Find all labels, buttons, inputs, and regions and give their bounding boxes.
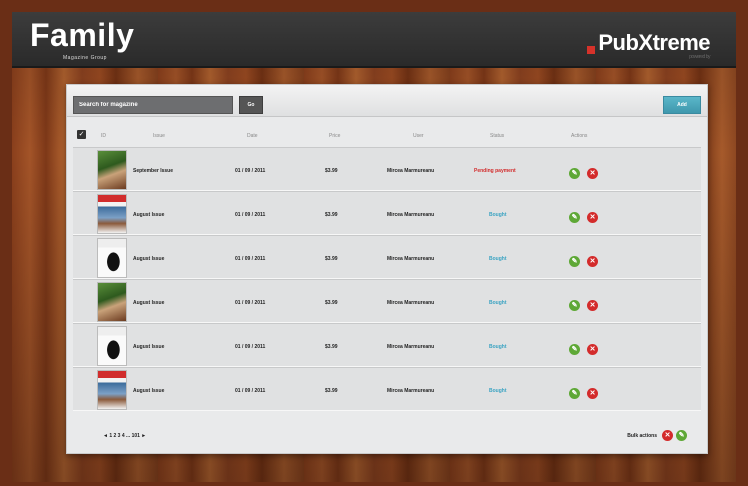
issue-cell: August Issue bbox=[133, 212, 165, 218]
status-cell: Bought bbox=[489, 256, 507, 262]
table-row[interactable]: August Issue 01 / 09 / 2011 $3.99 Mircea Ma… bbox=[73, 191, 701, 235]
user-cell: Mircea Marmureanu bbox=[387, 168, 435, 174]
pubxtreme-logo-tagline: powered by bbox=[689, 54, 710, 60]
price-cell: $3.99 bbox=[325, 300, 338, 306]
select-all-checkbox[interactable]: ✓ bbox=[77, 130, 86, 139]
delete-icon[interactable]: ✕ bbox=[587, 256, 598, 267]
date-cell: 01 / 09 / 2011 bbox=[235, 212, 266, 218]
edit-icon[interactable]: ✎ bbox=[569, 344, 580, 355]
bulk-actions-label: Bulk actions bbox=[627, 433, 657, 439]
family-logo: Family Magazine Group bbox=[30, 17, 135, 61]
status-cell: Bought bbox=[489, 388, 507, 394]
table-row[interactable]: August Issue 01 / 09 / 2011 $3.99 Mircea Ma… bbox=[73, 279, 701, 323]
magazine-cover-thumbnail[interactable] bbox=[97, 238, 127, 278]
issue-cell: August Issue bbox=[133, 300, 165, 306]
column-actions: Actions bbox=[571, 133, 588, 139]
delete-icon[interactable]: ✕ bbox=[587, 344, 598, 355]
status-cell: Bought bbox=[489, 300, 507, 306]
issue-cell: September Issue bbox=[133, 168, 174, 174]
status-cell: Bought bbox=[489, 344, 507, 350]
column-id[interactable]: ID bbox=[101, 133, 106, 139]
search-input[interactable] bbox=[73, 96, 233, 114]
pubxtreme-logo-mark-icon bbox=[586, 46, 595, 54]
edit-icon[interactable]: ✎ bbox=[569, 300, 580, 311]
user-cell: Mircea Marmureanu bbox=[387, 388, 435, 394]
price-cell: $3.99 bbox=[325, 344, 338, 350]
magazine-panel: Go Add ✓ ID Issue Date Price User Status… bbox=[66, 84, 708, 454]
table-row[interactable]: August Issue 01 / 09 / 2011 $3.99 Mircea Ma… bbox=[73, 367, 701, 411]
date-cell: 01 / 09 / 2011 bbox=[235, 344, 266, 350]
issue-cell: August Issue bbox=[133, 256, 165, 262]
user-cell: Mircea Marmureanu bbox=[387, 212, 435, 218]
magazine-table: September Issue 01 / 09 / 2011 $3.99 Mircea… bbox=[73, 147, 701, 411]
user-cell: Mircea Marmureanu bbox=[387, 344, 435, 350]
toolbar: Go Add bbox=[67, 85, 707, 117]
edit-icon[interactable]: ✎ bbox=[569, 256, 580, 267]
add-button[interactable]: Add bbox=[663, 96, 701, 114]
delete-icon[interactable]: ✕ bbox=[587, 212, 598, 223]
user-cell: Mircea Marmureanu bbox=[387, 300, 435, 306]
pagination[interactable]: ◄ 1 2 3 4 ... 101 ► bbox=[103, 433, 146, 439]
family-logo-text: Family bbox=[30, 17, 135, 53]
status-cell: Bought bbox=[489, 212, 507, 218]
bulk-delete-icon[interactable]: ✕ bbox=[662, 430, 673, 441]
magazine-cover-thumbnail[interactable] bbox=[97, 282, 127, 322]
edit-icon[interactable]: ✎ bbox=[569, 212, 580, 223]
magazine-cover-thumbnail[interactable] bbox=[97, 194, 127, 234]
bulk-approve-icon[interactable]: ✎ bbox=[676, 430, 687, 441]
delete-icon[interactable]: ✕ bbox=[587, 300, 598, 311]
price-cell: $3.99 bbox=[325, 212, 338, 218]
column-issue[interactable]: Issue bbox=[153, 133, 165, 139]
table-row[interactable]: September Issue 01 / 09 / 2011 $3.99 Mircea… bbox=[73, 147, 701, 191]
edit-icon[interactable]: ✎ bbox=[569, 388, 580, 399]
price-cell: $3.99 bbox=[325, 256, 338, 262]
family-logo-subtitle: Magazine Group bbox=[63, 55, 107, 61]
table-row[interactable]: August Issue 01 / 09 / 2011 $3.99 Mircea Ma… bbox=[73, 323, 701, 367]
edit-icon[interactable]: ✎ bbox=[569, 168, 580, 179]
table-header: ✓ ID Issue Date Price User Status Action… bbox=[67, 125, 707, 145]
date-cell: 01 / 09 / 2011 bbox=[235, 168, 266, 174]
column-user[interactable]: User bbox=[413, 133, 424, 139]
status-cell: Pending payment bbox=[474, 168, 516, 174]
pubxtreme-logo: PubXtreme powered by bbox=[586, 30, 710, 60]
app-window: Family Magazine Group PubXtreme powered … bbox=[12, 12, 736, 482]
column-status[interactable]: Status bbox=[490, 133, 504, 139]
magazine-cover-thumbnail[interactable] bbox=[97, 370, 127, 410]
date-cell: 01 / 09 / 2011 bbox=[235, 256, 266, 262]
delete-icon[interactable]: ✕ bbox=[587, 168, 598, 179]
date-cell: 01 / 09 / 2011 bbox=[235, 388, 266, 394]
user-cell: Mircea Marmureanu bbox=[387, 256, 435, 262]
header-bar: Family Magazine Group PubXtreme powered … bbox=[12, 12, 736, 68]
price-cell: $3.99 bbox=[325, 168, 338, 174]
pubxtreme-logo-text: PubXtreme bbox=[598, 30, 710, 55]
magazine-cover-thumbnail[interactable] bbox=[97, 150, 127, 190]
magazine-cover-thumbnail[interactable] bbox=[97, 326, 127, 366]
column-date[interactable]: Date bbox=[247, 133, 258, 139]
issue-cell: August Issue bbox=[133, 388, 165, 394]
price-cell: $3.99 bbox=[325, 388, 338, 394]
delete-icon[interactable]: ✕ bbox=[587, 388, 598, 399]
go-button[interactable]: Go bbox=[239, 96, 263, 114]
table-footer: ◄ 1 2 3 4 ... 101 ► Bulk actions ✕ ✎ bbox=[67, 421, 707, 447]
table-row[interactable]: August Issue 01 / 09 / 2011 $3.99 Mircea Ma… bbox=[73, 235, 701, 279]
column-price[interactable]: Price bbox=[329, 133, 340, 139]
issue-cell: August Issue bbox=[133, 344, 165, 350]
date-cell: 01 / 09 / 2011 bbox=[235, 300, 266, 306]
